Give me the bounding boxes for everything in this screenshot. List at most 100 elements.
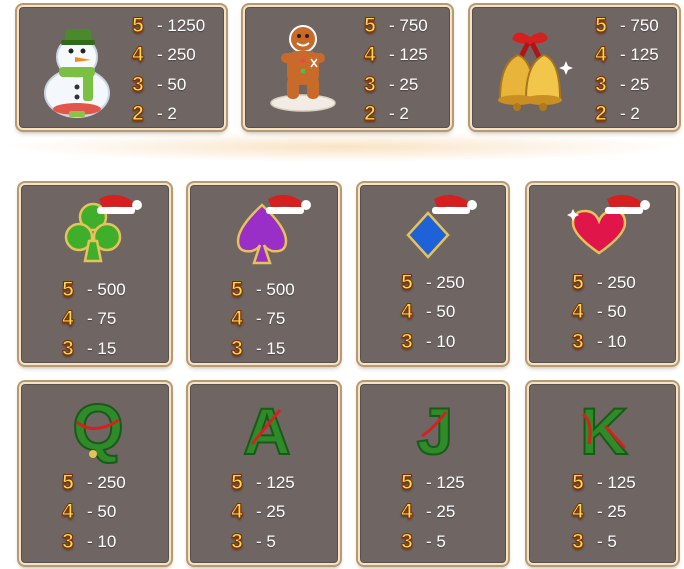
pay-value: - 75 — [87, 309, 117, 329]
pay-row: 5 - 125 — [569, 468, 636, 498]
pay-value: - 25 — [620, 74, 650, 94]
pay-row: 4 - 250 — [129, 41, 205, 71]
pay-row: 2 - 2 — [592, 100, 659, 130]
pay-value: - 500 — [87, 279, 126, 299]
pay-value: - 250 — [597, 272, 636, 292]
pay-row: 4 - 25 — [398, 498, 465, 528]
pay-value: - 125 — [620, 45, 659, 65]
pay-row: 5 - 250 — [569, 268, 636, 298]
pay-count: 2 — [364, 102, 377, 126]
pay-count: 5 — [231, 470, 244, 494]
pay-row: 3 - 50 — [129, 70, 205, 100]
pay-value: - 2 — [389, 104, 409, 124]
pay-value: - 125 — [426, 472, 465, 492]
pay-count: 5 — [572, 270, 585, 294]
pay-value: - 250 — [87, 472, 126, 492]
pay-row: 3 - 10 — [569, 327, 636, 357]
pay-value: - 25 — [426, 502, 456, 522]
pay-value: - 50 — [87, 502, 117, 522]
pay-row: 3 - 5 — [398, 527, 465, 557]
pay-value: - 500 — [256, 279, 295, 299]
pay-row: 5 - 500 — [59, 275, 126, 305]
pay-count: 4 — [132, 43, 145, 67]
glow-strip — [0, 132, 684, 162]
pay-row: 3 - 25 — [592, 70, 659, 100]
pay-row: 5 - 1250 — [129, 11, 206, 41]
pay-value: - 50 — [157, 74, 187, 94]
club-icon — [59, 193, 145, 276]
pay-count: 5 — [364, 13, 377, 37]
paytable-card-j: J 5 - 125 4 - 25 3 - 5 — [358, 382, 508, 565]
pay-row: 4 - 25 — [228, 498, 295, 528]
pay-list: 5 - 125 4 - 25 3 - 5 — [398, 468, 465, 557]
pay-row: 4 - 125 — [361, 41, 428, 71]
pay-row: 5 - 125 — [398, 468, 465, 498]
pay-value: - 10 — [87, 531, 117, 551]
pay-count: 4 — [231, 500, 244, 524]
pay-value: - 50 — [426, 302, 456, 322]
pay-list: 5 - 1250 4 - 250 3 - 50 2 - 2 — [129, 11, 206, 130]
pay-count: 5 — [132, 13, 145, 37]
pay-count: 3 — [572, 529, 585, 553]
pay-value: - 15 — [87, 338, 117, 358]
pay-count: 4 — [62, 500, 75, 524]
letter-k-glyph: K — [580, 394, 628, 468]
pay-list: 5 - 125 4 - 25 3 - 5 — [228, 468, 295, 557]
pay-count: 4 — [231, 307, 244, 331]
pay-row: 3 - 15 — [228, 334, 295, 364]
garland-letter-q: Q — [63, 389, 133, 469]
gingerbread-man-icon — [267, 21, 339, 118]
pay-row: 2 - 2 — [129, 100, 205, 130]
pay-row: 5 - 500 — [228, 275, 295, 305]
pay-value: - 125 — [389, 45, 428, 65]
paytable-card-gingerbread: 5 - 750 4 - 125 3 - 25 2 - 2 — [243, 5, 452, 130]
pay-count: 4 — [62, 307, 75, 331]
pay-value: - 10 — [597, 331, 627, 351]
pay-value: - 50 — [597, 302, 627, 322]
pay-list: 5 - 500 4 - 75 3 - 15 — [59, 275, 126, 364]
pay-count: 3 — [572, 329, 585, 353]
pay-value: - 5 — [597, 531, 617, 551]
pay-row: 3 - 5 — [228, 527, 295, 557]
pay-count: 2 — [132, 102, 145, 126]
pay-count: 3 — [132, 72, 145, 96]
garland-letter-j: J — [400, 392, 470, 469]
pay-count: 3 — [364, 72, 377, 96]
pay-row: 5 - 250 — [59, 468, 126, 498]
pay-value: - 15 — [256, 338, 286, 358]
pay-value: - 750 — [389, 15, 428, 35]
pay-row: 3 - 10 — [59, 527, 126, 557]
pay-count: 4 — [595, 43, 608, 67]
pay-row: 5 - 250 — [398, 268, 465, 298]
bells-icon — [482, 29, 578, 116]
pay-count: 5 — [595, 13, 608, 37]
pay-value: - 2 — [157, 104, 177, 124]
pay-list: 5 - 750 4 - 125 3 - 25 2 - 2 — [592, 11, 659, 129]
pay-value: - 25 — [256, 502, 286, 522]
paytable-card-spade: 5 - 500 4 - 75 3 - 15 — [188, 183, 340, 365]
paytable-card-snowman: 5 - 1250 4 - 250 3 - 50 2 - 2 — [17, 5, 226, 130]
pay-count: 5 — [401, 470, 414, 494]
pay-value: - 250 — [157, 45, 196, 65]
pay-row: 4 - 50 — [569, 298, 636, 328]
pay-count: 5 — [401, 270, 414, 294]
pay-value: - 5 — [256, 531, 276, 551]
pay-count: 5 — [572, 470, 585, 494]
pay-value: - 5 — [426, 531, 446, 551]
pay-count: 5 — [62, 277, 75, 301]
pay-row: 3 - 25 — [361, 70, 428, 100]
pay-row: 5 - 750 — [361, 11, 428, 41]
pay-row: 4 - 75 — [59, 305, 126, 335]
pay-count: 5 — [231, 277, 244, 301]
paytable-card-a: A 5 - 125 4 - 25 3 - 5 — [188, 382, 340, 565]
pay-row: 3 - 10 — [398, 327, 465, 357]
paytable-card-diamond: 5 - 250 4 - 50 3 - 10 — [358, 183, 508, 365]
pay-count: 3 — [401, 329, 414, 353]
paytable-card-club: 5 - 500 4 - 75 3 - 15 — [19, 183, 171, 365]
letter-a-glyph: A — [243, 394, 291, 468]
pay-value: - 1250 — [157, 15, 206, 35]
garland-letter-k: K — [569, 392, 639, 469]
pay-value: - 10 — [426, 331, 456, 351]
pay-value: - 2 — [620, 104, 640, 124]
pay-count: 3 — [62, 529, 75, 553]
